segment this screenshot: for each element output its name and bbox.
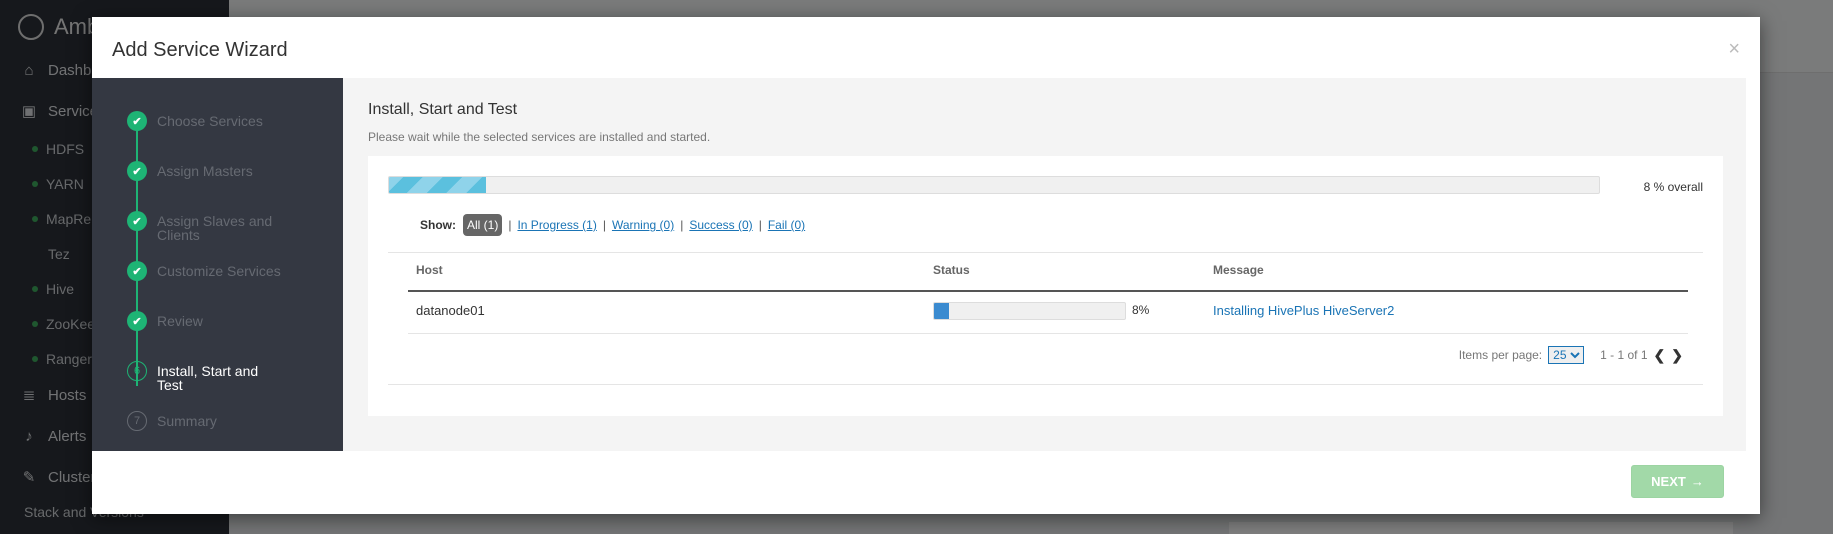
filter-in-progress[interactable]: In Progress (1) — [517, 218, 596, 232]
filter-separator: | — [680, 218, 684, 232]
row-divider — [408, 333, 1688, 334]
host-progress-bar — [933, 302, 1126, 320]
step-number-icon: 7 — [127, 411, 147, 431]
wizard-body: ✔ Choose Services ✔ Assign Masters ✔ Ass… — [92, 78, 1746, 451]
check-icon: ✔ — [127, 111, 147, 131]
step-review: ✔ Review — [127, 311, 287, 331]
column-header-host: Host — [416, 263, 443, 277]
wizard-steps-panel: ✔ Choose Services ✔ Assign Masters ✔ Ass… — [92, 78, 343, 451]
step-label: Assign Slaves and Clients — [157, 213, 273, 243]
check-icon: ✔ — [127, 211, 147, 231]
chevron-right-icon[interactable]: ❯ — [1671, 347, 1683, 364]
filter-separator: | — [758, 218, 762, 232]
step-label: Install, Start and Test — [157, 363, 259, 393]
step-label: Review — [157, 313, 203, 329]
step-label: Customize Services — [157, 263, 281, 279]
modal-title: Add Service Wizard — [112, 39, 288, 61]
next-button[interactable]: NEXT → — [1631, 465, 1724, 498]
chevron-left-icon[interactable]: ❮ — [1654, 347, 1666, 364]
filter-separator: | — [508, 218, 512, 232]
filter-show-label: Show: — [420, 218, 456, 232]
add-service-wizard-modal: Add Service Wizard × ✔ Choose Services ✔… — [92, 17, 1760, 514]
step-label: Choose Services — [157, 113, 263, 129]
header-divider — [408, 290, 1688, 292]
page-range: 1 - 1 of 1 — [1600, 348, 1648, 362]
step-install-start-test: 6 Install, Start and Test — [127, 361, 287, 392]
step-summary: 7 Summary — [127, 411, 287, 431]
column-header-status: Status — [933, 263, 970, 277]
step-customize-services: ✔ Customize Services — [127, 261, 287, 281]
filter-success[interactable]: Success (0) — [689, 218, 752, 232]
items-per-page-label: Items per page: — [1458, 348, 1543, 362]
content-description: Please wait while the selected services … — [368, 130, 711, 144]
host-cell: datanode01 — [416, 303, 485, 318]
check-icon: ✔ — [127, 261, 147, 281]
overall-progress-text: 8 % overall — [1643, 180, 1703, 194]
step-label: Summary — [157, 413, 217, 429]
wizard-content-panel: Install, Start and Test Please wait whil… — [343, 78, 1746, 451]
arrow-right-icon: → — [1690, 474, 1704, 489]
overall-progress-bar — [388, 176, 1600, 194]
divider — [388, 384, 1703, 385]
host-progress-fill — [934, 303, 950, 319]
overall-progress-fill — [389, 177, 486, 193]
column-header-message: Message — [1213, 263, 1264, 277]
pagination: Items per page: 25 1 - 1 of 1 ❮ ❯ — [1459, 346, 1683, 364]
close-icon[interactable]: × — [1728, 39, 1740, 59]
step-assign-masters: ✔ Assign Masters — [127, 161, 287, 181]
status-filter: Show: All (1) | In Progress (1) | Warnin… — [420, 214, 805, 236]
host-message-link[interactable]: Installing HivePlus HiveServer2 — [1213, 303, 1394, 318]
step-number-icon: 6 — [127, 361, 147, 381]
check-icon: ✔ — [127, 161, 147, 181]
filter-separator: | — [602, 218, 606, 232]
step-choose-services: ✔ Choose Services — [127, 111, 287, 131]
next-button-label: NEXT — [1651, 474, 1686, 489]
install-progress-card: 8 % overall Show: All (1) | In Progress … — [368, 156, 1723, 416]
divider — [388, 252, 1703, 253]
host-progress-percent: 8% — [1132, 303, 1150, 317]
filter-warning[interactable]: Warning (0) — [612, 218, 674, 232]
items-per-page-select[interactable]: 25 — [1548, 346, 1585, 364]
step-label: Assign Masters — [157, 163, 253, 179]
filter-fail[interactable]: Fail (0) — [768, 218, 805, 232]
filter-all[interactable]: All (1) — [463, 214, 503, 236]
content-title: Install, Start and Test — [368, 101, 518, 118]
check-icon: ✔ — [127, 311, 147, 331]
step-assign-slaves: ✔ Assign Slaves and Clients — [127, 211, 287, 242]
